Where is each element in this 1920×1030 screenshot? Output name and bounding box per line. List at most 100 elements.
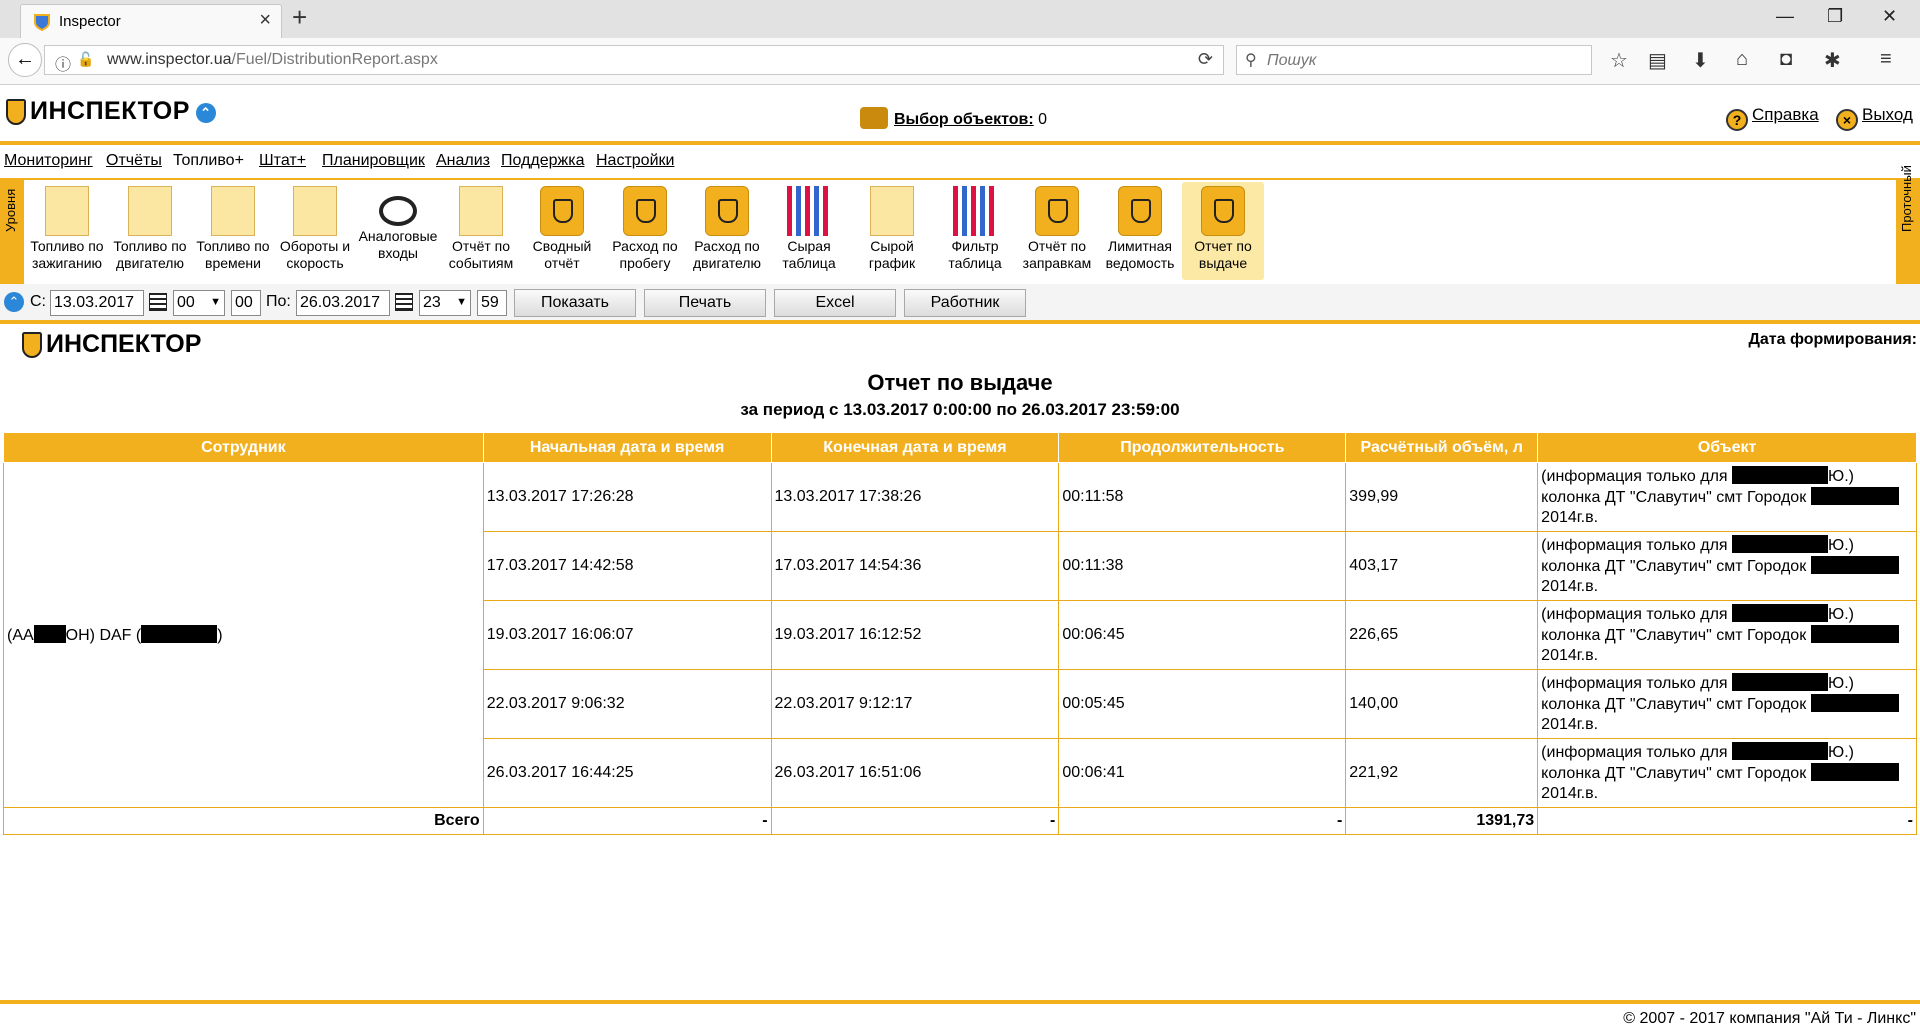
gauges-icon <box>293 186 337 236</box>
bar-chart-icon <box>787 186 831 236</box>
print-button[interactable]: Печать <box>644 289 766 317</box>
address-bar[interactable]: ⓘ 🔓 www.inspector.ua/Fuel/DistributionRe… <box>44 45 1224 75</box>
inspector-shield-icon <box>34 14 50 31</box>
insecure-lock-icon[interactable]: 🔓 <box>77 51 94 68</box>
back-arrow-icon[interactable]: ← <box>8 43 42 77</box>
mileage-shield-icon <box>623 186 667 236</box>
redaction <box>1732 673 1829 691</box>
collapse-header-icon[interactable]: ⌃ <box>195 103 216 123</box>
total-dash: - <box>1537 807 1917 835</box>
start-cell: 19.03.2017 16:06:07 <box>482 600 772 670</box>
hamburger-menu-icon[interactable]: ≡ <box>1880 48 1892 71</box>
tool-limit-sheet[interactable]: Лимитная ведомость <box>1099 182 1181 280</box>
tool-consumption-engine[interactable]: Расход по двигателю <box>686 182 768 280</box>
start-cell: 17.03.2017 14:42:58 <box>482 531 772 601</box>
report-logo: ИНСПЕКТОР <box>22 330 201 359</box>
footer: © 2007 - 2017 компания "Ай Ти - Линкс" <box>0 1000 1920 1030</box>
menu-scheduler[interactable]: Планировщик <box>322 152 425 170</box>
new-tab-icon[interactable]: + <box>292 2 307 33</box>
reload-icon[interactable]: ⟳ <box>1198 49 1213 70</box>
to-label: По: <box>266 293 291 310</box>
volume-cell: 226,65 <box>1345 600 1539 670</box>
collapse-filter-icon[interactable]: ⌃ <box>4 292 24 312</box>
help-link[interactable]: ? Справка <box>1726 105 1819 131</box>
url-text[interactable]: www.inspector.ua/Fuel/DistributionReport… <box>107 51 438 69</box>
menu-reports[interactable]: Отчёты <box>106 152 162 170</box>
objects-link[interactable]: Выбор объектов: <box>894 111 1034 128</box>
left-side-tab[interactable]: Уровня <box>0 180 24 284</box>
total-label: Всего <box>3 807 484 835</box>
info-icon[interactable]: ⓘ <box>55 51 71 75</box>
duration-cell: 00:11:38 <box>1058 531 1347 601</box>
show-button[interactable]: Показать <box>514 289 636 317</box>
from-hour-select[interactable]: 00 ▼ <box>173 290 225 316</box>
right-side-tab[interactable]: Проточный <box>1896 165 1920 284</box>
employee-button[interactable]: Работник <box>904 289 1026 317</box>
minimize-icon[interactable]: — <box>1776 6 1794 27</box>
search-input[interactable] <box>1265 48 1569 74</box>
tool-fuel-engine[interactable]: Топливо по двигателю <box>109 182 191 280</box>
to-hour-select[interactable]: 23 ▼ <box>419 290 471 316</box>
tool-filter-table[interactable]: Фильтр таблица <box>934 182 1016 280</box>
volume-cell: 140,00 <box>1345 669 1539 739</box>
from-calendar-icon[interactable] <box>149 293 167 311</box>
tool-fuel-ignition[interactable]: Топливо по зажиганию <box>26 182 108 280</box>
menu-monitoring[interactable]: Мониторинг <box>4 152 93 170</box>
start-cell: 22.03.2017 9:06:32 <box>482 669 772 739</box>
window-close-icon[interactable]: ✕ <box>1882 6 1897 27</box>
object-selector[interactable]: Выбор объектов: 0 <box>860 107 1047 129</box>
tool-analog-inputs[interactable]: Аналоговые входы <box>357 182 439 280</box>
main-menu: Мониторинг Отчёты Топливо+ Штат+ Планиро… <box>0 146 1920 176</box>
cable-icon <box>379 196 417 226</box>
menu-support[interactable]: Поддержка <box>501 152 584 170</box>
restore-icon[interactable]: ❐ <box>1827 6 1843 27</box>
pocket-icon[interactable]: ◘ <box>1780 48 1792 71</box>
total-dash: - <box>482 807 772 835</box>
reading-list-icon[interactable]: ▤ <box>1648 48 1667 73</box>
col-duration: Продолжительность <box>1058 432 1347 463</box>
tool-raw-graph[interactable]: Сырой график <box>851 182 933 280</box>
refueling-shield-icon <box>1035 186 1079 236</box>
from-date-input[interactable]: 13.03.2017 <box>50 290 144 316</box>
tool-events-report[interactable]: Отчёт по событиям <box>440 182 522 280</box>
menu-staff[interactable]: Штат+ <box>259 152 306 170</box>
object-cell: (информация только для Ю.) колонка ДТ "Сл… <box>1537 738 1917 808</box>
tool-refueling-report[interactable]: Отчёт по заправкам <box>1016 182 1098 280</box>
tool-distribution-report[interactable]: Отчет по выдаче <box>1182 182 1264 280</box>
tool-consumption-mileage[interactable]: Расход по пробегу <box>604 182 686 280</box>
distribution-shield-icon <box>1201 186 1245 236</box>
inspector-logo[interactable]: ИНСПЕКТОР ⌃ <box>6 97 216 126</box>
end-cell: 19.03.2017 16:12:52 <box>770 600 1060 670</box>
to-calendar-icon[interactable] <box>395 293 413 311</box>
to-minute-input[interactable]: 59 <box>477 290 507 316</box>
tool-summary-report[interactable]: Сводный отчёт <box>521 182 603 280</box>
from-minute-input[interactable]: 00 <box>231 290 261 316</box>
search-box[interactable]: ⚲ <box>1236 45 1592 75</box>
col-employee: Сотрудник <box>3 432 484 463</box>
excel-button[interactable]: Excel <box>774 289 896 317</box>
tab-title: Inspector <box>59 13 121 30</box>
tool-raw-table[interactable]: Сырая таблица <box>768 182 850 280</box>
end-cell: 17.03.2017 14:54:36 <box>770 531 1060 601</box>
fuel-ignition-icon <box>45 186 89 236</box>
objects-count: 0 <box>1038 111 1048 128</box>
menu-analysis[interactable]: Анализ <box>436 152 490 170</box>
tool-fuel-time[interactable]: Топливо по времени <box>192 182 274 280</box>
object-cell: (информация только для Ю.) колонка ДТ "Сл… <box>1537 600 1917 670</box>
browser-tab[interactable]: Inspector × <box>20 4 282 38</box>
table-row: (AA OH) DAF () 13.03.2017 17:26:28 13.03.20… <box>3 462 1917 808</box>
menu-fuel[interactable]: Топливо+ <box>173 152 244 170</box>
chevron-down-icon: ▼ <box>456 296 467 308</box>
exit-link[interactable]: × Выход <box>1836 105 1913 131</box>
fuel-clock-icon <box>211 186 255 236</box>
close-tab-icon[interactable]: × <box>259 9 271 32</box>
tool-rpm-speed[interactable]: Обороты и скорость <box>274 182 356 280</box>
download-icon[interactable]: ⬇ <box>1692 48 1709 73</box>
report-title: Отчет по выдаче <box>867 370 1053 395</box>
to-date-input[interactable]: 26.03.2017 <box>296 290 390 316</box>
home-icon[interactable]: ⌂ <box>1736 48 1748 71</box>
extension-icon[interactable]: ✱ <box>1824 48 1841 73</box>
bookmark-star-icon[interactable]: ☆ <box>1610 48 1628 73</box>
menu-settings[interactable]: Настройки <box>596 152 674 170</box>
duration-cell: 00:11:58 <box>1058 462 1347 532</box>
